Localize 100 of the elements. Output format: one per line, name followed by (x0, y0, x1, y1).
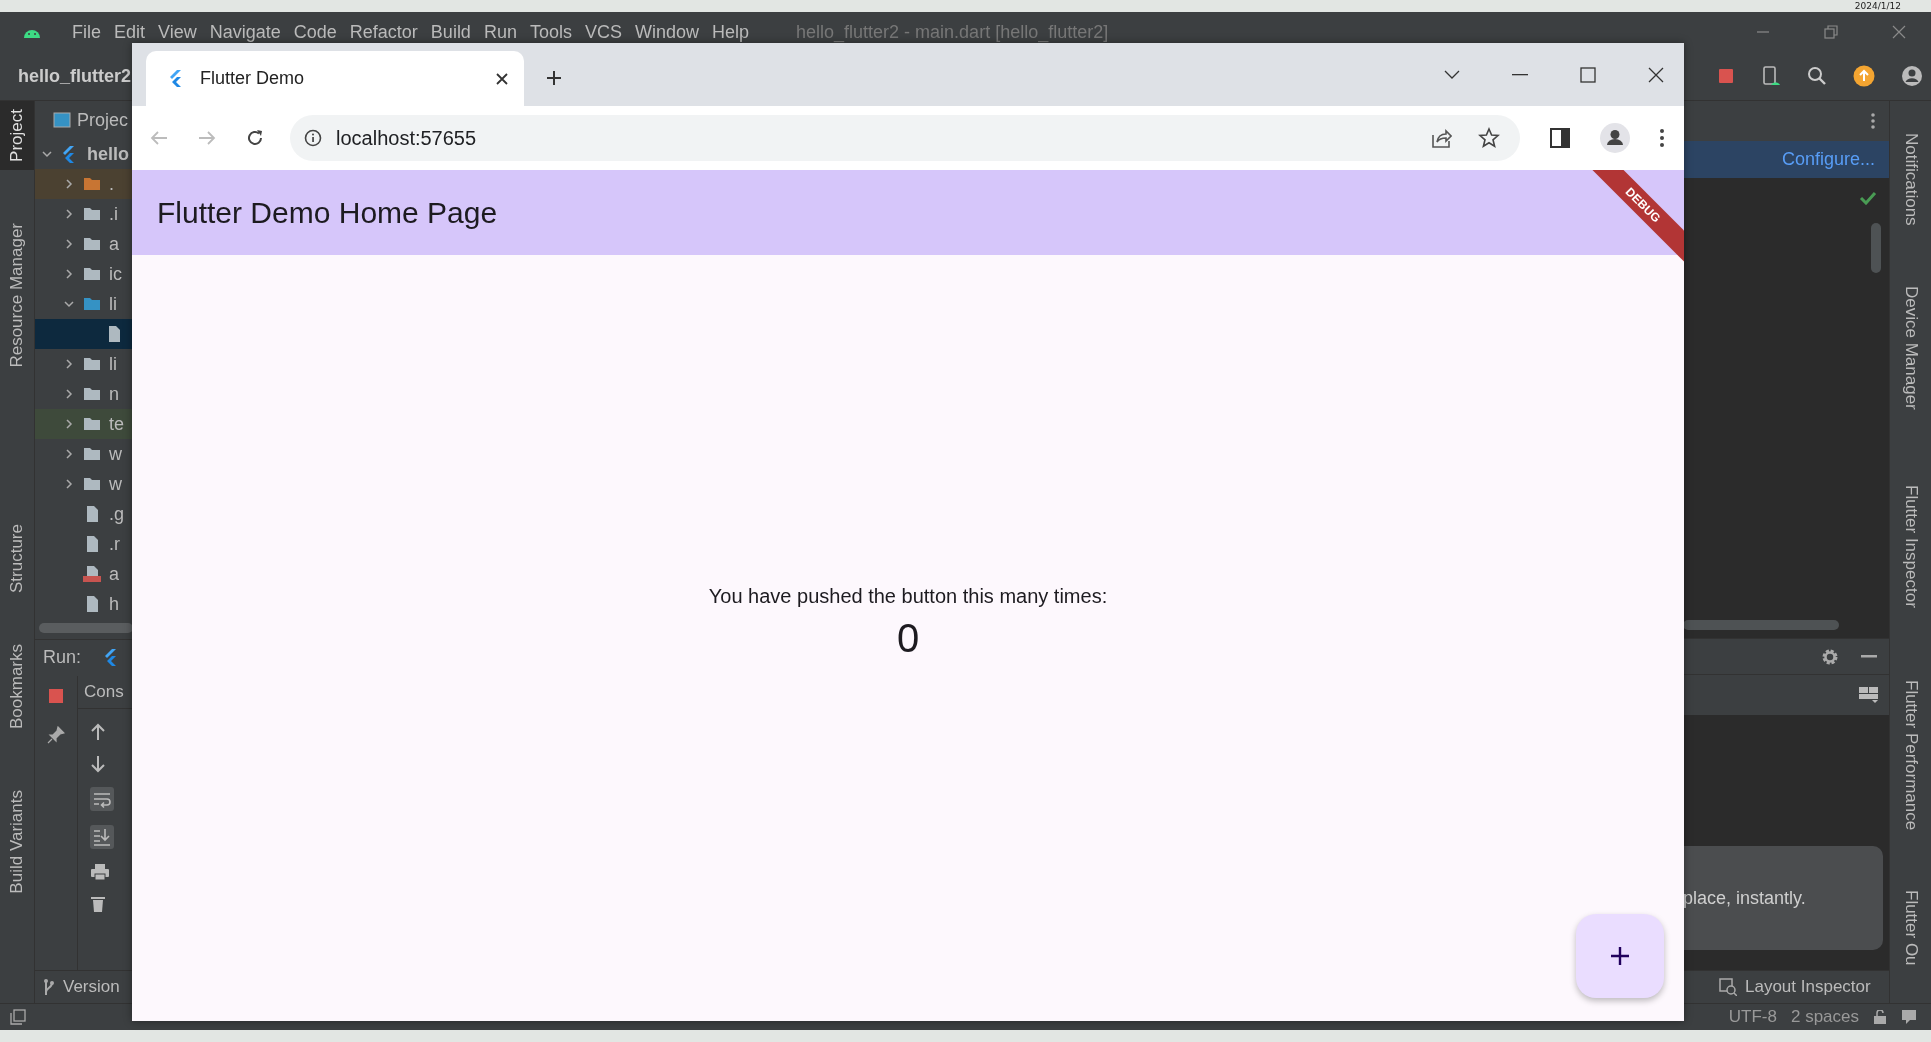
tree-item[interactable]: li (35, 349, 133, 379)
tool-window-tab[interactable]: Structure (0, 515, 34, 601)
tree-item[interactable]: n (35, 379, 133, 409)
tree-item[interactable]: te (35, 409, 133, 439)
menu-item[interactable]: Build (430, 21, 471, 43)
counter-label: You have pushed the button this many times: (708, 585, 1108, 608)
menu-item[interactable]: Run (483, 21, 517, 43)
star-icon[interactable] (1478, 127, 1500, 149)
tool-window-tab[interactable]: Bookmarks (0, 636, 34, 738)
chevron-down-icon[interactable] (63, 298, 75, 310)
more-icon[interactable] (1871, 113, 1875, 129)
tree-item[interactable]: li (35, 289, 133, 319)
tree-item[interactable]: hello (35, 139, 133, 169)
tree-item[interactable]: .i (35, 199, 133, 229)
configure-link[interactable]: Configure... (1781, 149, 1875, 170)
chevron-right-icon[interactable] (63, 358, 75, 370)
tree-item[interactable]: a (35, 229, 133, 259)
tree-item[interactable]: w (35, 439, 133, 469)
tool-window-tab[interactable]: Project (0, 101, 34, 170)
panel-icon (53, 112, 71, 128)
tree-item[interactable]: .r (35, 529, 133, 559)
menu-item[interactable]: View (158, 21, 197, 43)
tool-window-tab[interactable]: Resource Manager (0, 214, 34, 376)
run-label: Run: (43, 647, 82, 669)
tree-item[interactable]: w (35, 469, 133, 499)
reload-icon[interactable] (246, 129, 264, 147)
lock-icon[interactable] (1873, 1010, 1887, 1024)
layout-icon[interactable] (1859, 686, 1879, 704)
chevron-down-icon[interactable] (1444, 69, 1460, 80)
tool-window-tab[interactable]: Flutter Inspector (1900, 477, 1921, 621)
account-icon[interactable] (1901, 65, 1923, 87)
info-icon[interactable] (304, 129, 322, 147)
menu-item[interactable]: VCS (584, 21, 622, 43)
chevron-right-icon[interactable] (63, 418, 75, 430)
tree-item[interactable]: .g (35, 499, 133, 529)
share-icon[interactable] (1430, 128, 1452, 148)
minimize-icon[interactable] (1512, 73, 1528, 76)
menu-item[interactable]: Window (634, 21, 699, 43)
tree-item[interactable]: h (35, 589, 133, 619)
chevron-right-icon[interactable] (63, 178, 75, 190)
status-item[interactable]: 2 spaces (1790, 1007, 1859, 1027)
tool-window-tab[interactable]: Flutter Ou (1900, 882, 1921, 979)
address-bar[interactable]: localhost:57655 (290, 115, 1520, 161)
branch-icon[interactable] (43, 978, 55, 997)
search-icon[interactable] (1807, 66, 1827, 86)
tool-window-tab[interactable]: Flutter Performance (1900, 672, 1921, 843)
close-icon[interactable] (1648, 66, 1664, 83)
chevron-right-icon[interactable] (63, 448, 75, 460)
new-tab-icon[interactable] (546, 70, 562, 86)
more-icon[interactable] (1660, 129, 1664, 147)
chevron-down-icon[interactable] (41, 148, 53, 160)
event-log-icon[interactable] (1901, 1009, 1917, 1025)
scrollbar[interactable] (1871, 223, 1881, 273)
stop-icon[interactable] (1717, 67, 1735, 85)
status-item[interactable]: UTF-8 (1728, 1007, 1777, 1027)
scrollbar[interactable] (1683, 620, 1839, 630)
tree-item[interactable]: ic (35, 259, 133, 289)
chevron-right-icon[interactable] (63, 208, 75, 220)
flutter-logo-icon[interactable] (103, 648, 118, 668)
tool-window-tab[interactable]: Notifications (1900, 125, 1921, 238)
menu-item[interactable]: Tools (529, 21, 572, 43)
tree-item[interactable]: . (35, 169, 133, 199)
tree-item[interactable] (35, 319, 133, 349)
layout-inspector-icon[interactable] (1719, 978, 1737, 996)
tree-item[interactable]: a (35, 559, 133, 589)
menu-item[interactable]: Edit (114, 21, 146, 43)
chevron-right-icon[interactable] (63, 478, 75, 490)
panel-title[interactable]: Projec (77, 109, 129, 131)
chevron-right-icon[interactable] (63, 238, 75, 250)
browser-tab[interactable]: Flutter Demo (146, 51, 524, 106)
menu-item[interactable]: Navigate (209, 21, 281, 43)
chevron-right-icon[interactable] (63, 268, 75, 280)
scrollbar[interactable] (39, 622, 133, 633)
side-panel-icon[interactable] (1550, 128, 1570, 148)
tool-window-tab[interactable]: Device Manager (1900, 277, 1921, 422)
close-icon[interactable] (496, 72, 508, 85)
minimize-icon[interactable] (1861, 654, 1877, 659)
maximize-icon[interactable] (1580, 66, 1596, 83)
layers-icon[interactable] (10, 1009, 26, 1025)
tool-window-tab[interactable]: Build Variants (0, 781, 34, 902)
version-control-tab[interactable]: Version (63, 977, 120, 998)
restore-icon[interactable] (1823, 24, 1839, 40)
wrap-icon[interactable] (90, 786, 114, 811)
profile-icon[interactable] (1600, 123, 1630, 153)
menu-item[interactable]: Refactor (349, 21, 418, 43)
menu-item[interactable]: File (72, 21, 101, 43)
arrow-up-icon[interactable] (90, 722, 106, 741)
print-icon[interactable] (90, 862, 110, 881)
trash-icon[interactable] (90, 894, 106, 913)
device-icon[interactable] (1761, 65, 1781, 87)
settings-icon[interactable] (1821, 647, 1839, 666)
app-title: Flutter Demo Home Page (157, 195, 498, 230)
arrow-down-icon[interactable] (90, 754, 106, 773)
menu-item[interactable]: Help (712, 21, 750, 43)
stop-icon[interactable] (48, 687, 64, 704)
chevron-right-icon[interactable] (63, 388, 75, 400)
pin-icon[interactable] (47, 725, 65, 744)
update-icon[interactable] (1853, 65, 1875, 87)
menu-item[interactable]: Code (293, 21, 337, 43)
scroll-to-end-icon[interactable] (90, 824, 114, 849)
